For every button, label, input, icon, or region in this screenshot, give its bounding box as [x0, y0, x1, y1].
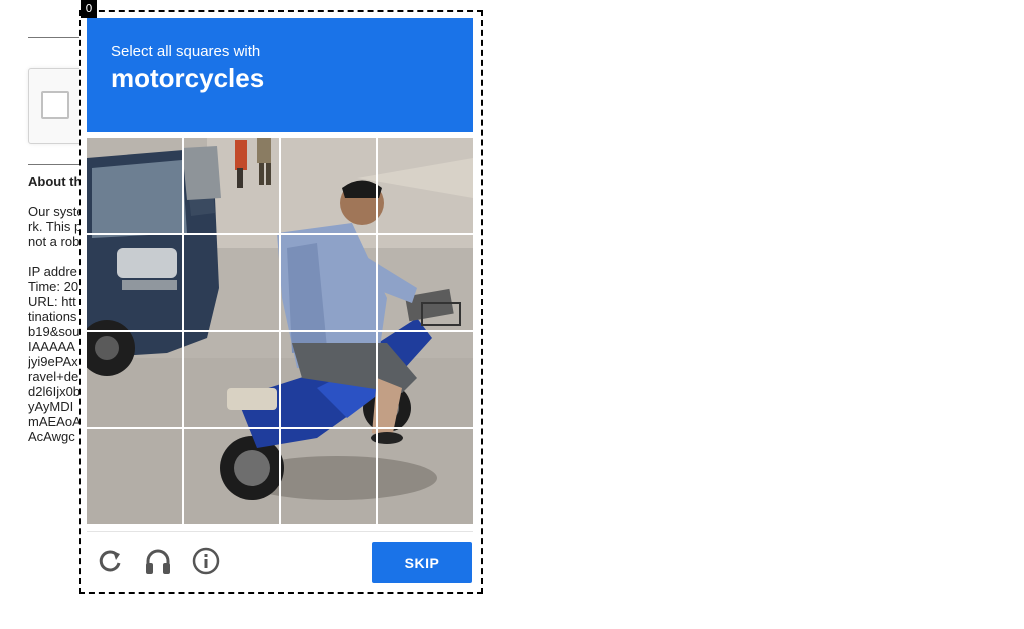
- image-tile[interactable]: [281, 138, 376, 233]
- challenge-footer: SKIP: [87, 531, 473, 588]
- image-tile[interactable]: [184, 332, 279, 427]
- image-tile[interactable]: [87, 332, 182, 427]
- reload-icon[interactable]: [95, 546, 125, 576]
- image-tile[interactable]: [184, 235, 279, 330]
- image-tile[interactable]: [87, 235, 182, 330]
- image-tile[interactable]: [378, 138, 473, 233]
- info-icon[interactable]: [191, 546, 221, 576]
- image-tile[interactable]: [281, 332, 376, 427]
- image-tile[interactable]: [378, 235, 473, 330]
- image-tile[interactable]: [281, 235, 376, 330]
- image-tile[interactable]: [184, 138, 279, 233]
- challenge-target: motorcycles: [111, 63, 265, 93]
- focus-index-badge: 0: [81, 0, 97, 18]
- page: About th Our syste rk. This p not a rob …: [0, 0, 1024, 629]
- image-tile[interactable]: [87, 429, 182, 524]
- image-tile[interactable]: [184, 429, 279, 524]
- recaptcha-checkbox[interactable]: [41, 91, 69, 119]
- skip-button[interactable]: SKIP: [372, 542, 472, 583]
- image-tile[interactable]: [281, 429, 376, 524]
- challenge-instruction: Select all squares with: [111, 43, 261, 60]
- challenge-header: Select all squares with motorcycles: [87, 18, 473, 132]
- image-grid: [87, 138, 473, 524]
- audio-headphones-icon[interactable]: [143, 546, 173, 576]
- image-tile[interactable]: [378, 429, 473, 524]
- about-title: About th: [28, 174, 82, 189]
- image-tile[interactable]: [87, 138, 182, 233]
- image-tile[interactable]: [378, 332, 473, 427]
